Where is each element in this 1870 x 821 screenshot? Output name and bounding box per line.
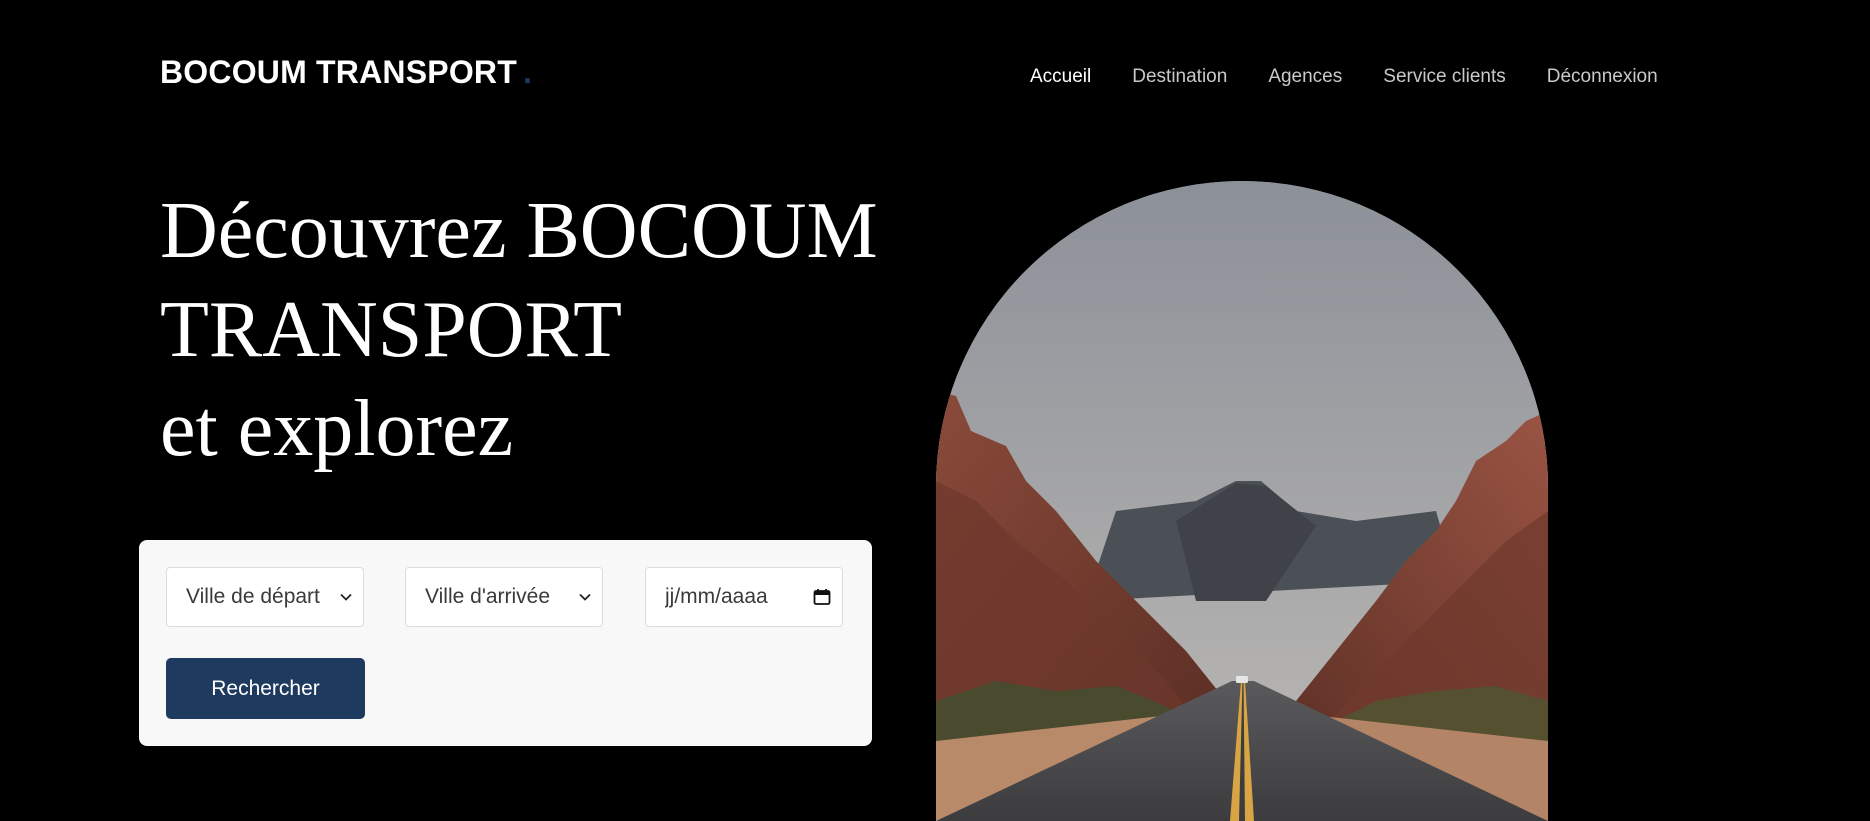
brand-logo-text: BOCOUM TRANSPORT (160, 54, 517, 90)
nav-item-service-clients[interactable]: Service clients (1383, 66, 1506, 88)
travel-date-input[interactable]: jj/mm/aaaa (645, 567, 843, 627)
search-form: Ville de départ Ville d'arrivée jj/mm/aa… (139, 540, 872, 746)
hero-title-line-2: TRANSPORT (160, 286, 622, 374)
nav-item-accueil[interactable]: Accueil (1030, 66, 1091, 88)
arrival-city-value: Ville d'arrivée (425, 585, 551, 608)
nav-item-agences[interactable]: Agences (1268, 66, 1342, 88)
hero-road-image (936, 181, 1548, 821)
nav-item-destination[interactable]: Destination (1132, 66, 1227, 88)
brand-logo[interactable]: BOCOUM TRANSPORT. (160, 54, 532, 91)
search-button[interactable]: Rechercher (166, 658, 365, 719)
hero-title: Découvrez BOCOUM TRANSPORT et explorez (160, 182, 878, 479)
main-nav: Accueil Destination Agences Service clie… (1030, 66, 1658, 88)
hero-title-line-3: et explorez (160, 385, 514, 473)
chevron-down-icon (340, 593, 352, 601)
departure-city-value: Ville de départ (186, 585, 320, 608)
travel-date-placeholder: jj/mm/aaaa (665, 585, 768, 608)
desert-road-illustration (936, 181, 1548, 821)
nav-item-deconnexion[interactable]: Déconnexion (1547, 66, 1658, 88)
arrival-city-select[interactable]: Ville d'arrivée (405, 567, 603, 627)
calendar-icon[interactable] (812, 587, 832, 607)
hero-title-line-1: Découvrez BOCOUM (160, 187, 878, 275)
departure-city-select[interactable]: Ville de départ (166, 567, 364, 627)
chevron-down-icon (579, 593, 591, 601)
brand-logo-dot: . (522, 54, 533, 90)
